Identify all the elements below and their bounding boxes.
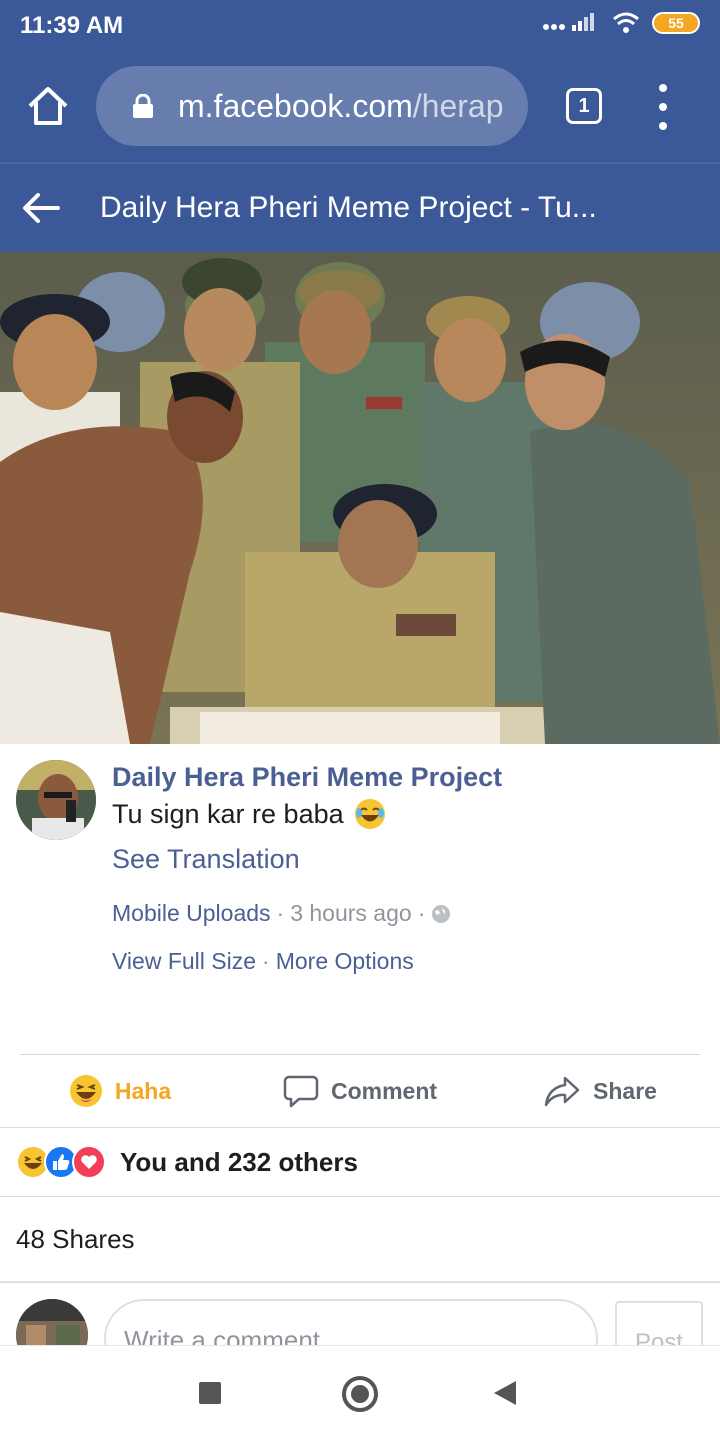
system-nav-bar (0, 1345, 720, 1440)
laughing-emoji-icon (354, 799, 385, 829)
share-icon (544, 1076, 580, 1107)
post-photo[interactable] (0, 252, 720, 744)
meme-image (0, 252, 720, 744)
comment-composer: Write a comment... Post (0, 1285, 720, 1345)
page-title: Daily Hera Pheri Meme Project - Tu... (100, 191, 597, 224)
haha-label: Haha (114, 1077, 172, 1104)
back-arrow-icon[interactable] (22, 192, 60, 224)
share-label: Share (593, 1077, 657, 1104)
comment-icon (283, 1075, 319, 1108)
lock-icon (133, 94, 153, 118)
page-header: Daily Hera Pheri Meme Project - Tu... (0, 162, 720, 252)
avatar (16, 1299, 88, 1345)
recents-icon[interactable] (199, 1382, 221, 1404)
shares-count[interactable]: 48 Shares (0, 1197, 720, 1283)
reaction-count: You and 232 others (120, 1146, 358, 1177)
post-caption: Tu sign kar re baba (112, 798, 386, 830)
avatar[interactable] (16, 760, 96, 840)
post-comment-button[interactable]: Post (615, 1301, 703, 1345)
overflow-menu-icon[interactable] (648, 84, 678, 130)
comment-button[interactable]: Comment (240, 1055, 480, 1127)
globe-icon (432, 904, 451, 923)
home-nav-icon[interactable] (342, 1376, 378, 1412)
browser-toolbar: m.facebook.com/herap 1 (0, 52, 720, 162)
status-time: 11:39 AM (20, 12, 124, 39)
home-icon[interactable] (26, 84, 70, 128)
back-nav-icon[interactable] (494, 1381, 516, 1405)
url-bar[interactable]: m.facebook.com/herap (96, 66, 528, 146)
haha-button[interactable]: Haha (0, 1055, 240, 1127)
user-avatar-image (16, 1299, 88, 1345)
reactions-summary[interactable]: You and 232 others (0, 1127, 720, 1197)
post-details: Daily Hera Pheri Meme Project Tu sign ka… (0, 744, 720, 1054)
page-name-link[interactable]: Daily Hera Pheri Meme Project (112, 762, 502, 793)
album-link[interactable]: Mobile Uploads (112, 900, 271, 927)
action-bar: Haha Comment Share (0, 1055, 720, 1127)
wifi-icon (613, 12, 639, 33)
post-timestamp[interactable]: 3 hours ago (290, 900, 411, 927)
post-meta-line: Mobile Uploads · 3 hours ago · (112, 900, 451, 927)
comment-input[interactable]: Write a comment... (104, 1299, 598, 1345)
avatar-image (16, 760, 96, 840)
reaction-icons (16, 1145, 106, 1179)
url-domain: m.facebook.com (178, 87, 413, 124)
photo-links: View Full Size · More Options (112, 948, 414, 975)
post-text: Tu sign kar re baba (112, 798, 344, 829)
battery-icon: 55 (652, 12, 700, 34)
url-text: m.facebook.com/herap (178, 88, 504, 125)
love-icon (72, 1145, 106, 1179)
see-translation-link[interactable]: See Translation (112, 844, 300, 875)
status-bar: 11:39 AM 55 (0, 0, 720, 52)
share-button[interactable]: Share (480, 1055, 720, 1127)
haha-icon (69, 1075, 102, 1107)
separator: · (276, 900, 285, 926)
separator: · (417, 900, 426, 926)
comment-label: Comment (330, 1077, 438, 1104)
shares-label: 48 Shares (16, 1223, 135, 1254)
url-path: /herap (412, 87, 504, 124)
status-icons: 55 (542, 12, 700, 34)
signal-icon (543, 13, 594, 31)
tabs-icon[interactable]: 1 (566, 88, 602, 124)
separator: · (262, 948, 270, 974)
view-full-size-link[interactable]: View Full Size (112, 948, 256, 975)
more-options-link[interactable]: More Options (276, 948, 414, 975)
